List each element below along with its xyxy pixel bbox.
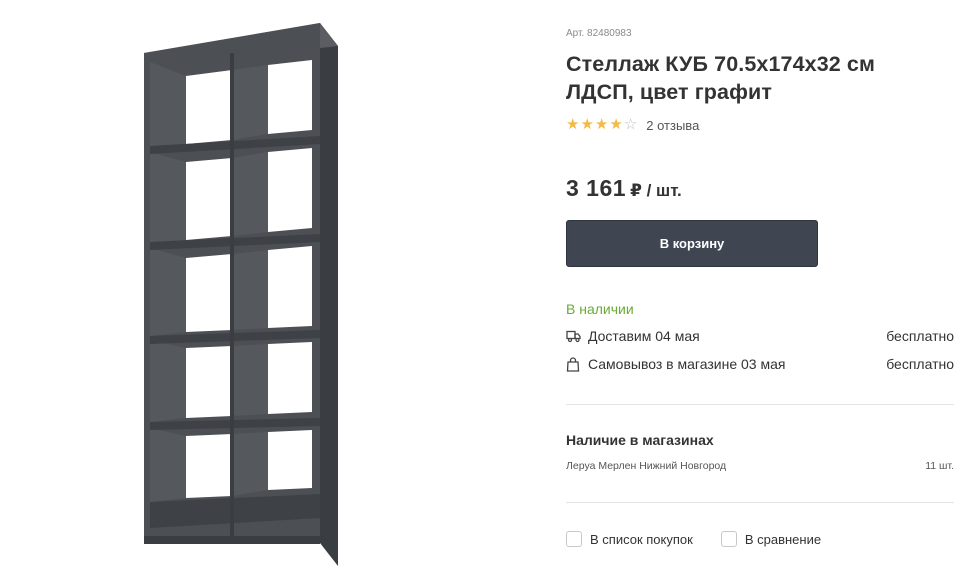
checkbox-box[interactable] [566,531,582,547]
truck-icon [566,328,582,344]
pickup-option: Самовывоз в магазине 03 мая бесплатно [566,355,954,373]
product-rating: ★ ★ ★ ★ ☆ 2 отзыва [566,116,699,134]
product-info-panel: Арт. 82480983 Стеллаж КУБ 70.5x174x32 см… [566,0,956,581]
reviews-link[interactable]: 2 отзыва [646,118,699,133]
store-name: Леруа Мерлен Нижний Новгород [566,460,727,472]
delivery-cost: бесплатно [886,328,954,344]
compare-checkbox[interactable]: В сравнение [720,531,822,547]
star-filled-icon: ★ [594,116,609,133]
pickup-label: Самовывоз в магазине 03 мая [588,356,786,372]
stores-availability-title: Наличие в магазинах [566,432,714,448]
star-filled-icon: ★ [566,116,580,133]
product-price: 3 161 ₽ / шт. [566,175,682,202]
divider [566,502,954,503]
product-options: В список покупок В сравнение [566,531,821,547]
product-image [120,18,360,568]
delivery-label: Доставим 04 мая [588,328,700,344]
shopping-list-checkbox[interactable]: В список покупок [566,531,693,547]
price-value: 3 161 [566,175,627,201]
delivery-option: Доставим 04 мая бесплатно [566,327,954,345]
store-quantity: 11 шт. [925,460,954,472]
pickup-cost: бесплатно [886,356,954,372]
rating-stars: ★ ★ ★ ★ ☆ [566,117,637,133]
star-empty-icon: ☆ [623,116,638,133]
product-title: Стеллаж КУБ 70.5x174x32 см ЛДСП, цвет гр… [566,52,875,104]
store-row[interactable]: Леруа Мерлен Нижний Новгород 11 шт. [566,460,954,472]
star-filled-icon: ★ [609,116,623,133]
add-to-cart-button[interactable]: В корзину [566,220,818,267]
shopping-bag-icon [566,356,582,372]
checkbox-box[interactable] [720,531,737,547]
divider [566,404,954,405]
compare-label: В сравнение [744,531,822,547]
price-unit: ₽ / шт. [630,181,682,200]
shelving-unit-illustration [144,23,338,566]
stock-status: В наличии [566,301,634,317]
shopping-list-label: В список покупок [590,531,693,547]
star-filled-icon: ★ [580,116,594,133]
product-sku: Арт. 82480983 [566,28,632,39]
